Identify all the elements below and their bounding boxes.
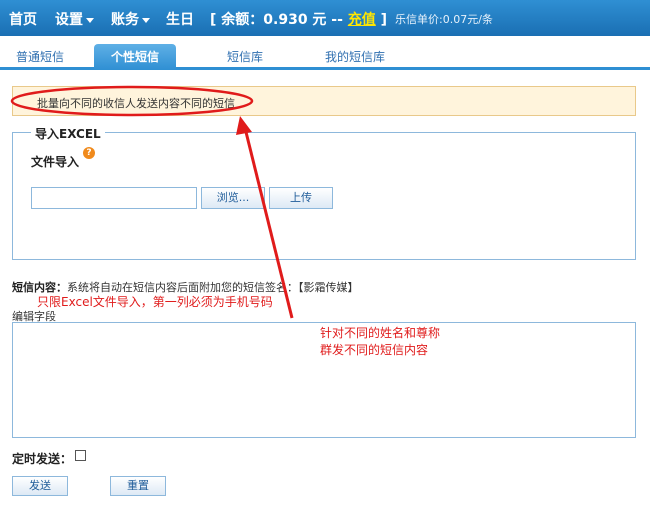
nav-account-label: 账务 [111,12,139,28]
chevron-down-icon [142,17,150,23]
annotation-excel-note: 只限Excel文件导入，第一列必须为手机号码 [37,295,273,309]
balance-text: [ 余额：0.930 元 -- [210,12,348,28]
reset-button[interactable]: 重置 [110,476,166,496]
tip-box: 批量向不同的收信人发送内容不同的短信 [12,86,636,116]
balance-suffix: ] [375,12,388,28]
nav-birthday[interactable]: 生日 [166,9,194,29]
recharge-link[interactable]: 充值 [348,12,376,28]
nav-home-label: 首页 [9,12,37,28]
top-navigation-bar: 首页 设置 账务 生日 [ 余额：0.930 元 -- 充值 ] 乐信单价:0.… [0,0,650,36]
file-import-label: 文件导入 [31,155,80,169]
excel-import-section: 导入EXCEL 文件导入 ? 浏览... 上传 [12,125,636,260]
tab-bar: 普通短信 个性短信 短信库 我的短信库 [0,44,650,70]
send-button[interactable]: 发送 [12,476,68,496]
tab-normal-sms[interactable]: 普通短信 [0,44,80,70]
balance-display: [ 余额：0.930 元 -- 充值 ] [210,9,387,29]
scheduled-send-checkbox[interactable] [75,450,86,461]
scheduled-send-label: 定时发送： [12,452,73,466]
nav-settings[interactable]: 设置 [55,9,94,29]
nav-birthday-label: 生日 [166,12,194,28]
tab-sms-library[interactable]: 短信库 [210,44,280,70]
tip-text: 批量向不同的收信人发送内容不同的短信 [37,97,235,110]
nav-home[interactable]: 首页 [9,9,37,29]
tab-personalized-sms[interactable]: 个性短信 [94,44,176,70]
nav-account[interactable]: 账务 [111,9,150,29]
upload-button[interactable]: 上传 [269,187,333,209]
unit-price: 乐信单价:0.07元/条 [395,13,493,26]
annotation-personalize-note: 针对不同的姓名和尊称 群发不同的短信内容 [320,325,440,359]
chevron-down-icon [86,17,94,23]
tab-my-sms-library[interactable]: 我的短信库 [305,44,405,70]
help-icon[interactable]: ? [83,147,95,159]
file-path-input[interactable] [31,187,197,209]
annotation-line-1: 针对不同的姓名和尊称 [320,326,441,340]
nav-settings-label: 设置 [55,12,83,28]
annotation-line-2: 群发不同的短信内容 [320,343,429,357]
excel-legend: 导入EXCEL [31,125,105,142]
browse-button[interactable]: 浏览... [201,187,265,209]
